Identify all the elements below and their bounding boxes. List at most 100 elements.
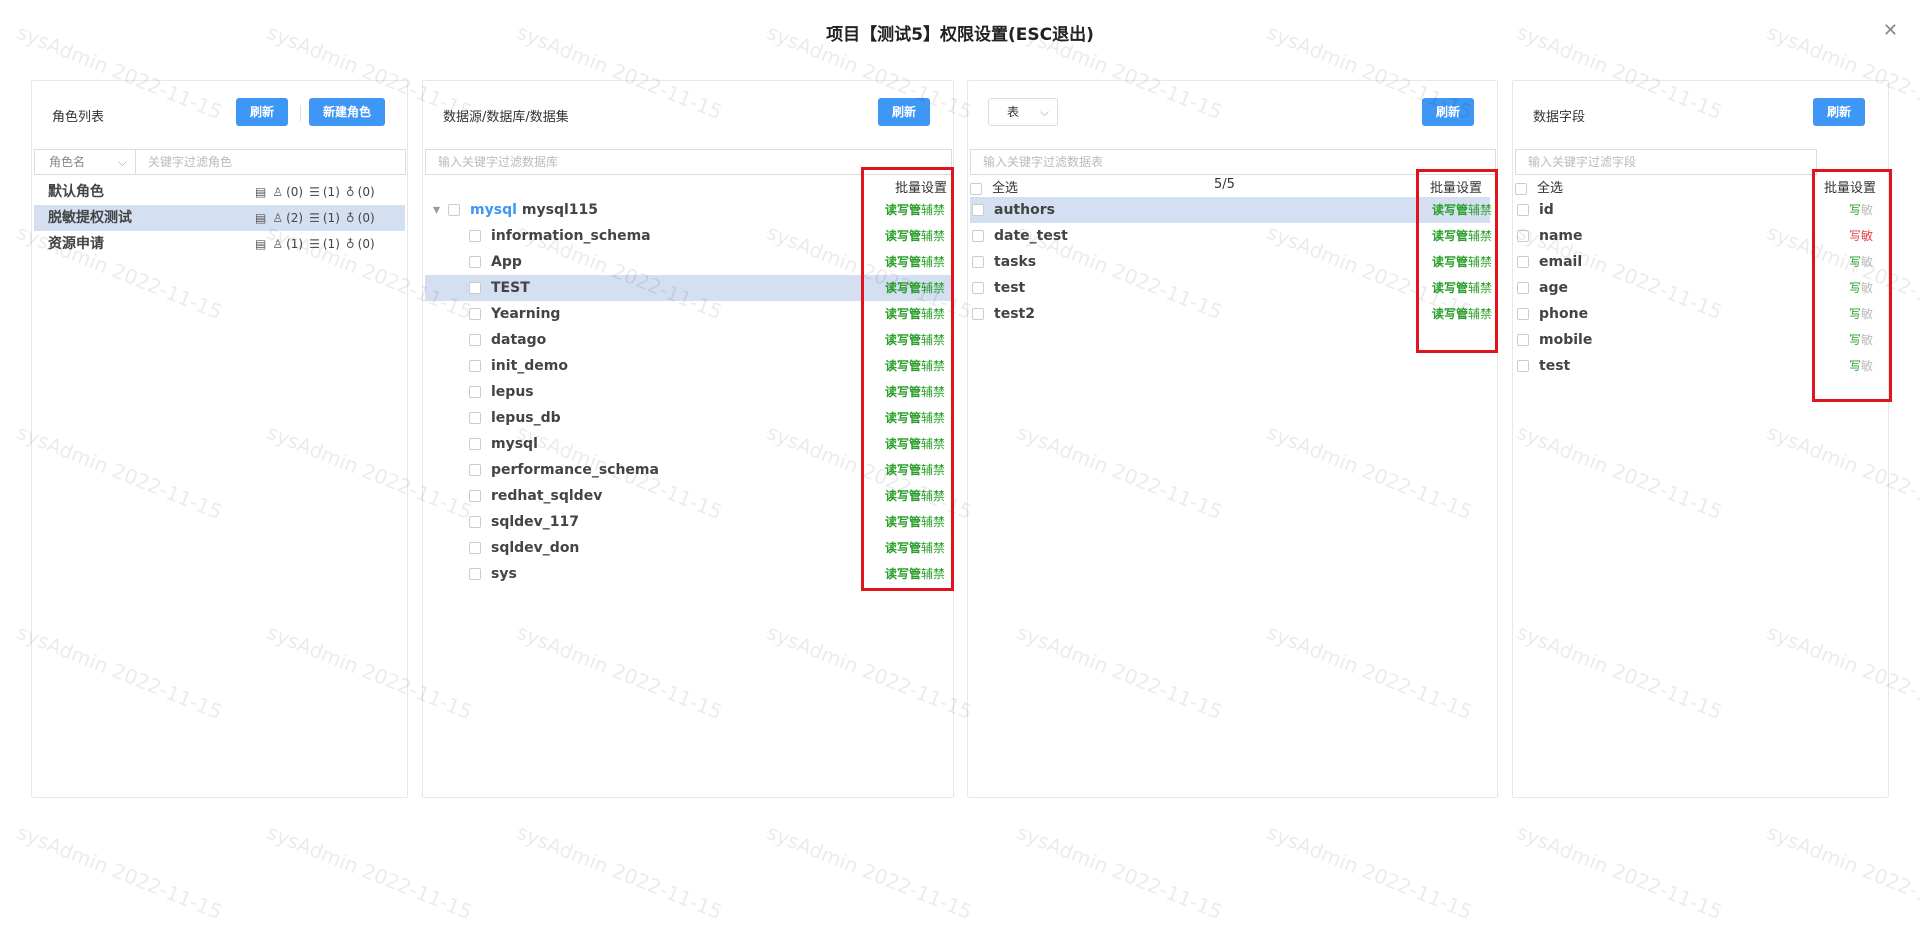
checkbox[interactable] <box>448 204 461 216</box>
tree-node-database[interactable]: init_demo 读写管辅禁 <box>425 353 951 379</box>
permission-toggle[interactable]: 读写管辅禁 <box>885 535 945 561</box>
tree-node-database[interactable]: lepus 读写管辅禁 <box>425 379 951 405</box>
tree-node-database[interactable]: information_schema 读写管辅禁 <box>425 223 951 249</box>
permission-toggle[interactable]: 读写管辅禁 <box>885 249 945 275</box>
tree-node-database[interactable]: mysql 读写管辅禁 <box>425 431 951 457</box>
tree-node-database[interactable]: App 读写管辅禁 <box>425 249 951 275</box>
field-permission[interactable]: 写敏 <box>1849 197 1873 223</box>
checkbox[interactable] <box>972 308 984 320</box>
checkbox[interactable] <box>469 438 481 450</box>
permission-toggle[interactable]: 读写管辅禁 <box>885 327 945 353</box>
checkbox[interactable] <box>972 256 984 268</box>
permission-toggle[interactable]: 读写管辅禁 <box>885 457 945 483</box>
field-item[interactable]: email 写敏 <box>1513 249 1888 275</box>
database-filter-input[interactable]: 输入关键字过滤数据库 <box>425 149 952 175</box>
select-all-checkbox[interactable] <box>970 182 982 195</box>
field-permission[interactable]: 写敏 <box>1849 223 1873 249</box>
tree-node-database[interactable]: performance_schema 读写管辅禁 <box>425 457 951 483</box>
checkbox[interactable] <box>972 230 984 242</box>
field-filter-input[interactable]: 输入关键字过滤字段 <box>1515 149 1817 175</box>
checkbox[interactable] <box>469 412 481 424</box>
permission-toggle[interactable]: 读写管辅禁 <box>1432 197 1492 223</box>
checkbox[interactable] <box>1517 230 1529 242</box>
permission-toggle[interactable]: 读写管辅禁 <box>885 431 945 457</box>
permission-toggle[interactable]: 读写管辅禁 <box>1432 275 1492 301</box>
tree-node-database[interactable]: lepus_db 读写管辅禁 <box>425 405 951 431</box>
checkbox[interactable] <box>469 230 481 242</box>
permission-toggle[interactable]: 读写管辅禁 <box>1432 223 1492 249</box>
permission-toggle[interactable]: 读写管辅禁 <box>885 483 945 509</box>
field-item[interactable]: test 写敏 <box>1513 353 1888 379</box>
table-type-select[interactable]: 表 ⌵ <box>988 98 1058 126</box>
field-item[interactable]: mobile 写敏 <box>1513 327 1888 353</box>
checkbox[interactable] <box>972 282 984 294</box>
table-item[interactable]: tasks 读写管辅禁 <box>970 249 1492 275</box>
tree-node-database[interactable]: sys 读写管辅禁 <box>425 561 951 587</box>
permission-toggle[interactable]: 读写管辅禁 <box>885 405 945 431</box>
checkbox[interactable] <box>1517 282 1529 294</box>
field-item[interactable]: age 写敏 <box>1513 275 1888 301</box>
field-permission[interactable]: 写敏 <box>1849 275 1873 301</box>
tree-node-database[interactable]: sqldev_don 读写管辅禁 <box>425 535 951 561</box>
role-filter-select[interactable]: 角色名 ⌵ <box>34 149 136 175</box>
field-permission[interactable]: 写敏 <box>1849 249 1873 275</box>
tree-node-database[interactable]: sqldev_117 读写管辅禁 <box>425 509 951 535</box>
permission-toggle[interactable]: 读写管辅禁 <box>885 275 945 301</box>
permission-toggle[interactable]: 读写管辅禁 <box>885 509 945 535</box>
permission-toggle[interactable]: 读写管辅禁 <box>885 301 945 327</box>
checkbox[interactable] <box>1517 204 1529 216</box>
table-item[interactable]: test 读写管辅禁 <box>970 275 1492 301</box>
tree-node-database[interactable]: TEST 读写管辅禁 <box>425 275 951 301</box>
field-item[interactable]: name 写敏 <box>1513 223 1888 249</box>
checkbox[interactable] <box>972 204 984 216</box>
field-permission[interactable]: 写敏 <box>1849 353 1873 379</box>
permission-toggle[interactable]: 读写管辅禁 <box>1432 301 1492 327</box>
checkbox[interactable] <box>469 542 481 554</box>
checkbox[interactable] <box>1517 308 1529 320</box>
checkbox[interactable] <box>469 334 481 346</box>
tree-node-database[interactable]: redhat_sqldev 读写管辅禁 <box>425 483 951 509</box>
checkbox[interactable] <box>469 490 481 502</box>
databases-batch-settings[interactable]: 批量设置 <box>895 177 947 196</box>
role-item[interactable]: 默认角色 ▤ ♙ (0) ☰ (1) ♁ (0) <box>34 179 405 205</box>
tables-batch-settings[interactable]: 批量设置 <box>1430 177 1482 196</box>
checkbox[interactable] <box>1517 334 1529 346</box>
role-item[interactable]: 资源申请 ▤ ♙ (1) ☰ (1) ♁ (0) <box>34 231 405 257</box>
checkbox[interactable] <box>469 282 481 294</box>
new-role-button[interactable]: 新建角色 <box>309 98 386 126</box>
tables-refresh-button[interactable]: 刷新 <box>1422 98 1475 126</box>
databases-refresh-button[interactable]: 刷新 <box>878 98 931 126</box>
table-item[interactable]: date_test 读写管辅禁 <box>970 223 1492 249</box>
checkbox[interactable] <box>469 386 481 398</box>
tree-node-database[interactable]: Yearning 读写管辅禁 <box>425 301 951 327</box>
table-item[interactable]: test2 读写管辅禁 <box>970 301 1492 327</box>
permission-toggle[interactable]: 读写管辅禁 <box>885 223 945 249</box>
select-all-checkbox[interactable] <box>1515 182 1527 195</box>
caret-down-icon[interactable]: ▾ <box>433 202 440 218</box>
fields-refresh-button[interactable]: 刷新 <box>1813 98 1866 126</box>
field-permission[interactable]: 写敏 <box>1849 327 1873 353</box>
close-icon[interactable]: ✕ <box>1883 22 1898 40</box>
role-item[interactable]: 脱敏提权测试 ▤ ♙ (2) ☰ (1) ♁ (0) <box>34 205 405 231</box>
tree-node-database[interactable]: datago 读写管辅禁 <box>425 327 951 353</box>
roles-refresh-button[interactable]: 刷新 <box>236 98 289 126</box>
table-item[interactable]: authors 读写管辅禁 <box>970 197 1492 223</box>
field-permission[interactable]: 写敏 <box>1849 301 1873 327</box>
permission-toggle[interactable]: 读写管辅禁 <box>885 353 945 379</box>
permission-toggle[interactable]: 读写管辅禁 <box>885 561 945 587</box>
field-item[interactable]: phone 写敏 <box>1513 301 1888 327</box>
checkbox[interactable] <box>469 360 481 372</box>
checkbox[interactable] <box>1517 360 1529 372</box>
tree-node-datasource[interactable]: ▾ mysql mysql115 读写管辅禁 <box>423 197 953 223</box>
permission-toggle[interactable]: 读写管辅禁 <box>1432 249 1492 275</box>
role-filter-input[interactable]: 关键字过滤角色 <box>135 149 406 175</box>
checkbox[interactable] <box>469 516 481 528</box>
checkbox[interactable] <box>469 256 481 268</box>
checkbox[interactable] <box>1517 256 1529 268</box>
permission-toggle[interactable]: 读写管辅禁 <box>885 197 945 223</box>
field-item[interactable]: id 写敏 <box>1513 197 1888 223</box>
checkbox[interactable] <box>469 568 481 580</box>
fields-batch-settings[interactable]: 批量设置 <box>1824 177 1876 196</box>
table-filter-input[interactable]: 输入关键字过滤数据表 <box>970 149 1496 175</box>
checkbox[interactable] <box>469 308 481 320</box>
